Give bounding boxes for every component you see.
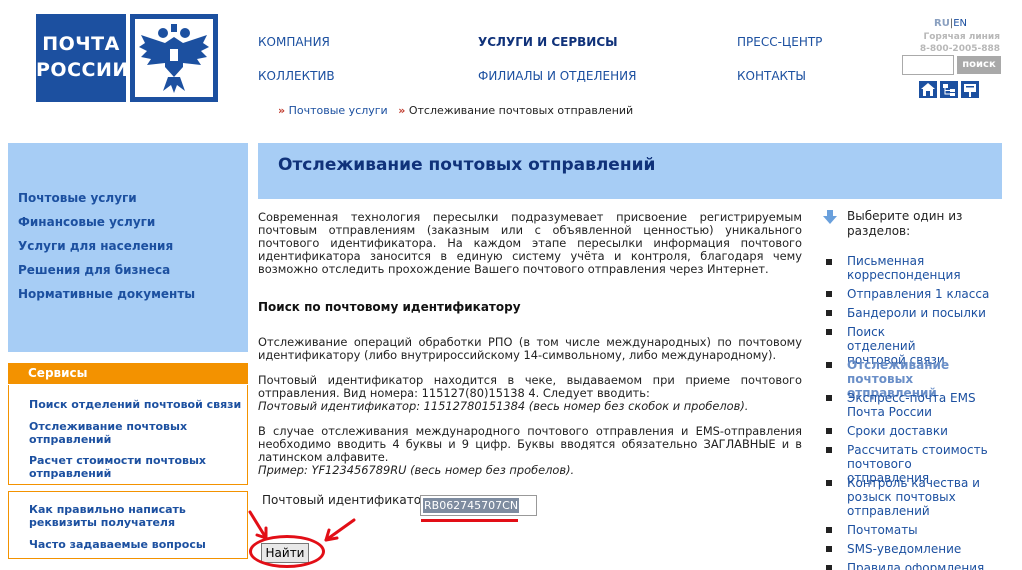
section-link-ems[interactable]: Экспресс-почта EMS Почта России — [847, 391, 1012, 419]
page-title-band: Отслеживание почтовых отправлений — [258, 143, 1002, 199]
hotline-label: Горячая линия — [923, 32, 1000, 42]
services-list: Поиск отделений почтовой связи Отслежива… — [8, 385, 248, 485]
logo-line-2: РОССИИ — [36, 59, 129, 81]
logo-text-block[interactable]: ПОЧТА РОССИИ — [36, 14, 129, 102]
section-link-postamats[interactable]: Почтоматы — [847, 523, 1017, 537]
services-header: Сервисы — [8, 363, 248, 384]
nav-contacts[interactable]: КОНТАКТЫ — [737, 69, 806, 83]
nav-press-center[interactable]: ПРЕСС-ЦЕНТР — [737, 35, 822, 49]
section-link-quality-control[interactable]: Контроль качества и розыск почтовых отпр… — [847, 476, 982, 518]
section-link-letters[interactable]: Письменная корреспонденция — [847, 254, 977, 282]
section-link-sms[interactable]: SMS-уведомление — [847, 542, 1017, 556]
nav-services[interactable]: УСЛУГИ И СЕРВИСЫ — [478, 35, 618, 49]
lang-ru[interactable]: RU — [934, 18, 950, 29]
annotation-ellipse — [249, 535, 325, 568]
breadcrumb-arrow: » — [398, 104, 406, 117]
sidebar-item-postal-services[interactable]: Почтовые услуги — [18, 191, 137, 205]
help-links: Как правильно написать реквизиты получат… — [8, 491, 248, 559]
lang-en[interactable]: EN — [953, 18, 967, 29]
language-switch: RU|EN — [934, 18, 967, 29]
tracking-number-input[interactable]: RB062745707CN — [420, 495, 537, 516]
section-link-delivery-times[interactable]: Сроки доставки — [847, 424, 1017, 438]
logo-line-1: ПОЧТА — [42, 33, 120, 55]
section-link-parcels[interactable]: Бандероли и посылки — [847, 306, 1017, 320]
paragraph-international: В случае отслеживания международного поч… — [258, 425, 802, 477]
breadcrumb-current: Отслеживание почтовых отправлений — [408, 104, 634, 117]
sitemap-icon[interactable] — [940, 81, 958, 98]
section-link-rules[interactable]: Правила оформления — [847, 561, 1017, 570]
section-link-first-class[interactable]: Отправления 1 класса — [847, 287, 1017, 301]
eagle-emblem-icon — [135, 19, 213, 97]
international-rules-text: В случае отслеживания международного поч… — [258, 424, 802, 464]
intro-paragraph: Современная технология пересылки подразу… — [258, 210, 802, 276]
hotline-number: 8-800-2005-888 — [919, 44, 1000, 54]
breadcrumb-link-postal-services[interactable]: Почтовые услуги — [289, 104, 388, 117]
service-link-tracking[interactable]: Отслеживание почтовых отправлений — [29, 420, 204, 446]
bullet-icon — [826, 329, 832, 335]
site-search-button[interactable]: поиск — [957, 56, 1001, 74]
site-search-input[interactable] — [902, 55, 954, 75]
paragraph-identifier-location: Почтовый идентификатор находится в чеке,… — [258, 374, 802, 413]
nav-team[interactable]: КОЛЛЕКТИВ — [258, 69, 335, 83]
nav-branches[interactable]: ФИЛИАЛЫ И ОТДЕЛЕНИЯ — [478, 69, 636, 83]
logo-eagle-emblem[interactable] — [130, 14, 218, 102]
tracking-number-value: RB062745707CN — [423, 498, 520, 513]
breadcrumb-arrow: » — [278, 104, 286, 117]
bullet-icon — [826, 447, 832, 453]
bullet-icon — [826, 259, 832, 265]
identifier-example-international: Пример: YF123456789RU (весь номер без пр… — [258, 463, 575, 477]
sections-heading: Выберите один из разделов: — [847, 209, 963, 238]
section-heading: Поиск по почтовому идентификатору — [258, 300, 521, 314]
breadcrumb: » Почтовые услуги » Отслеживание почтовы… — [278, 104, 633, 117]
nav-company[interactable]: КОМПАНИЯ — [258, 35, 330, 49]
mail-icon[interactable] — [961, 81, 979, 98]
annotation-underline — [421, 519, 518, 522]
help-link-recipient-details[interactable]: Как правильно написать реквизиты получат… — [29, 503, 199, 529]
sidebar-item-business-solutions[interactable]: Решения для бизнеса — [18, 263, 170, 277]
bullet-icon — [826, 527, 832, 533]
paragraph-tracking-info: Отслеживание операций обработки РПО (в т… — [258, 335, 802, 362]
bullet-icon — [826, 395, 832, 401]
help-link-faq[interactable]: Часто задаваемые вопросы — [29, 538, 206, 551]
bullet-icon — [826, 428, 832, 434]
bullet-icon — [826, 546, 832, 552]
bullet-icon — [826, 310, 832, 316]
home-icon[interactable] — [919, 81, 937, 98]
sidebar-item-financial-services[interactable]: Финансовые услуги — [18, 215, 155, 229]
sidebar-item-regulations[interactable]: Нормативные документы — [18, 287, 195, 301]
identifier-format-text: Почтовый идентификатор находится в чеке,… — [258, 373, 802, 400]
bullet-icon — [826, 362, 832, 368]
service-link-find-office[interactable]: Поиск отделений почтовой связи — [29, 398, 241, 411]
bullet-icon — [826, 565, 832, 570]
bullet-icon — [826, 291, 832, 297]
hotline: Горячая линия 8-800-2005-888 — [908, 31, 1000, 55]
down-arrow-icon — [823, 210, 837, 224]
sidebar-item-public-services[interactable]: Услуги для населения — [18, 239, 173, 253]
service-link-cost-calc[interactable]: Расчет стоимости почтовых отправлений — [29, 454, 214, 480]
page-title: Отслеживание почтовых отправлений — [278, 155, 656, 175]
bullet-icon — [826, 480, 832, 486]
sidebar-menu: Почтовые услуги Финансовые услуги Услуги… — [8, 143, 248, 352]
tracking-field-label: Почтовый идентификатор: — [262, 493, 433, 507]
identifier-example-domestic: Почтовый идентификатор: 11512780151384 (… — [258, 399, 749, 413]
